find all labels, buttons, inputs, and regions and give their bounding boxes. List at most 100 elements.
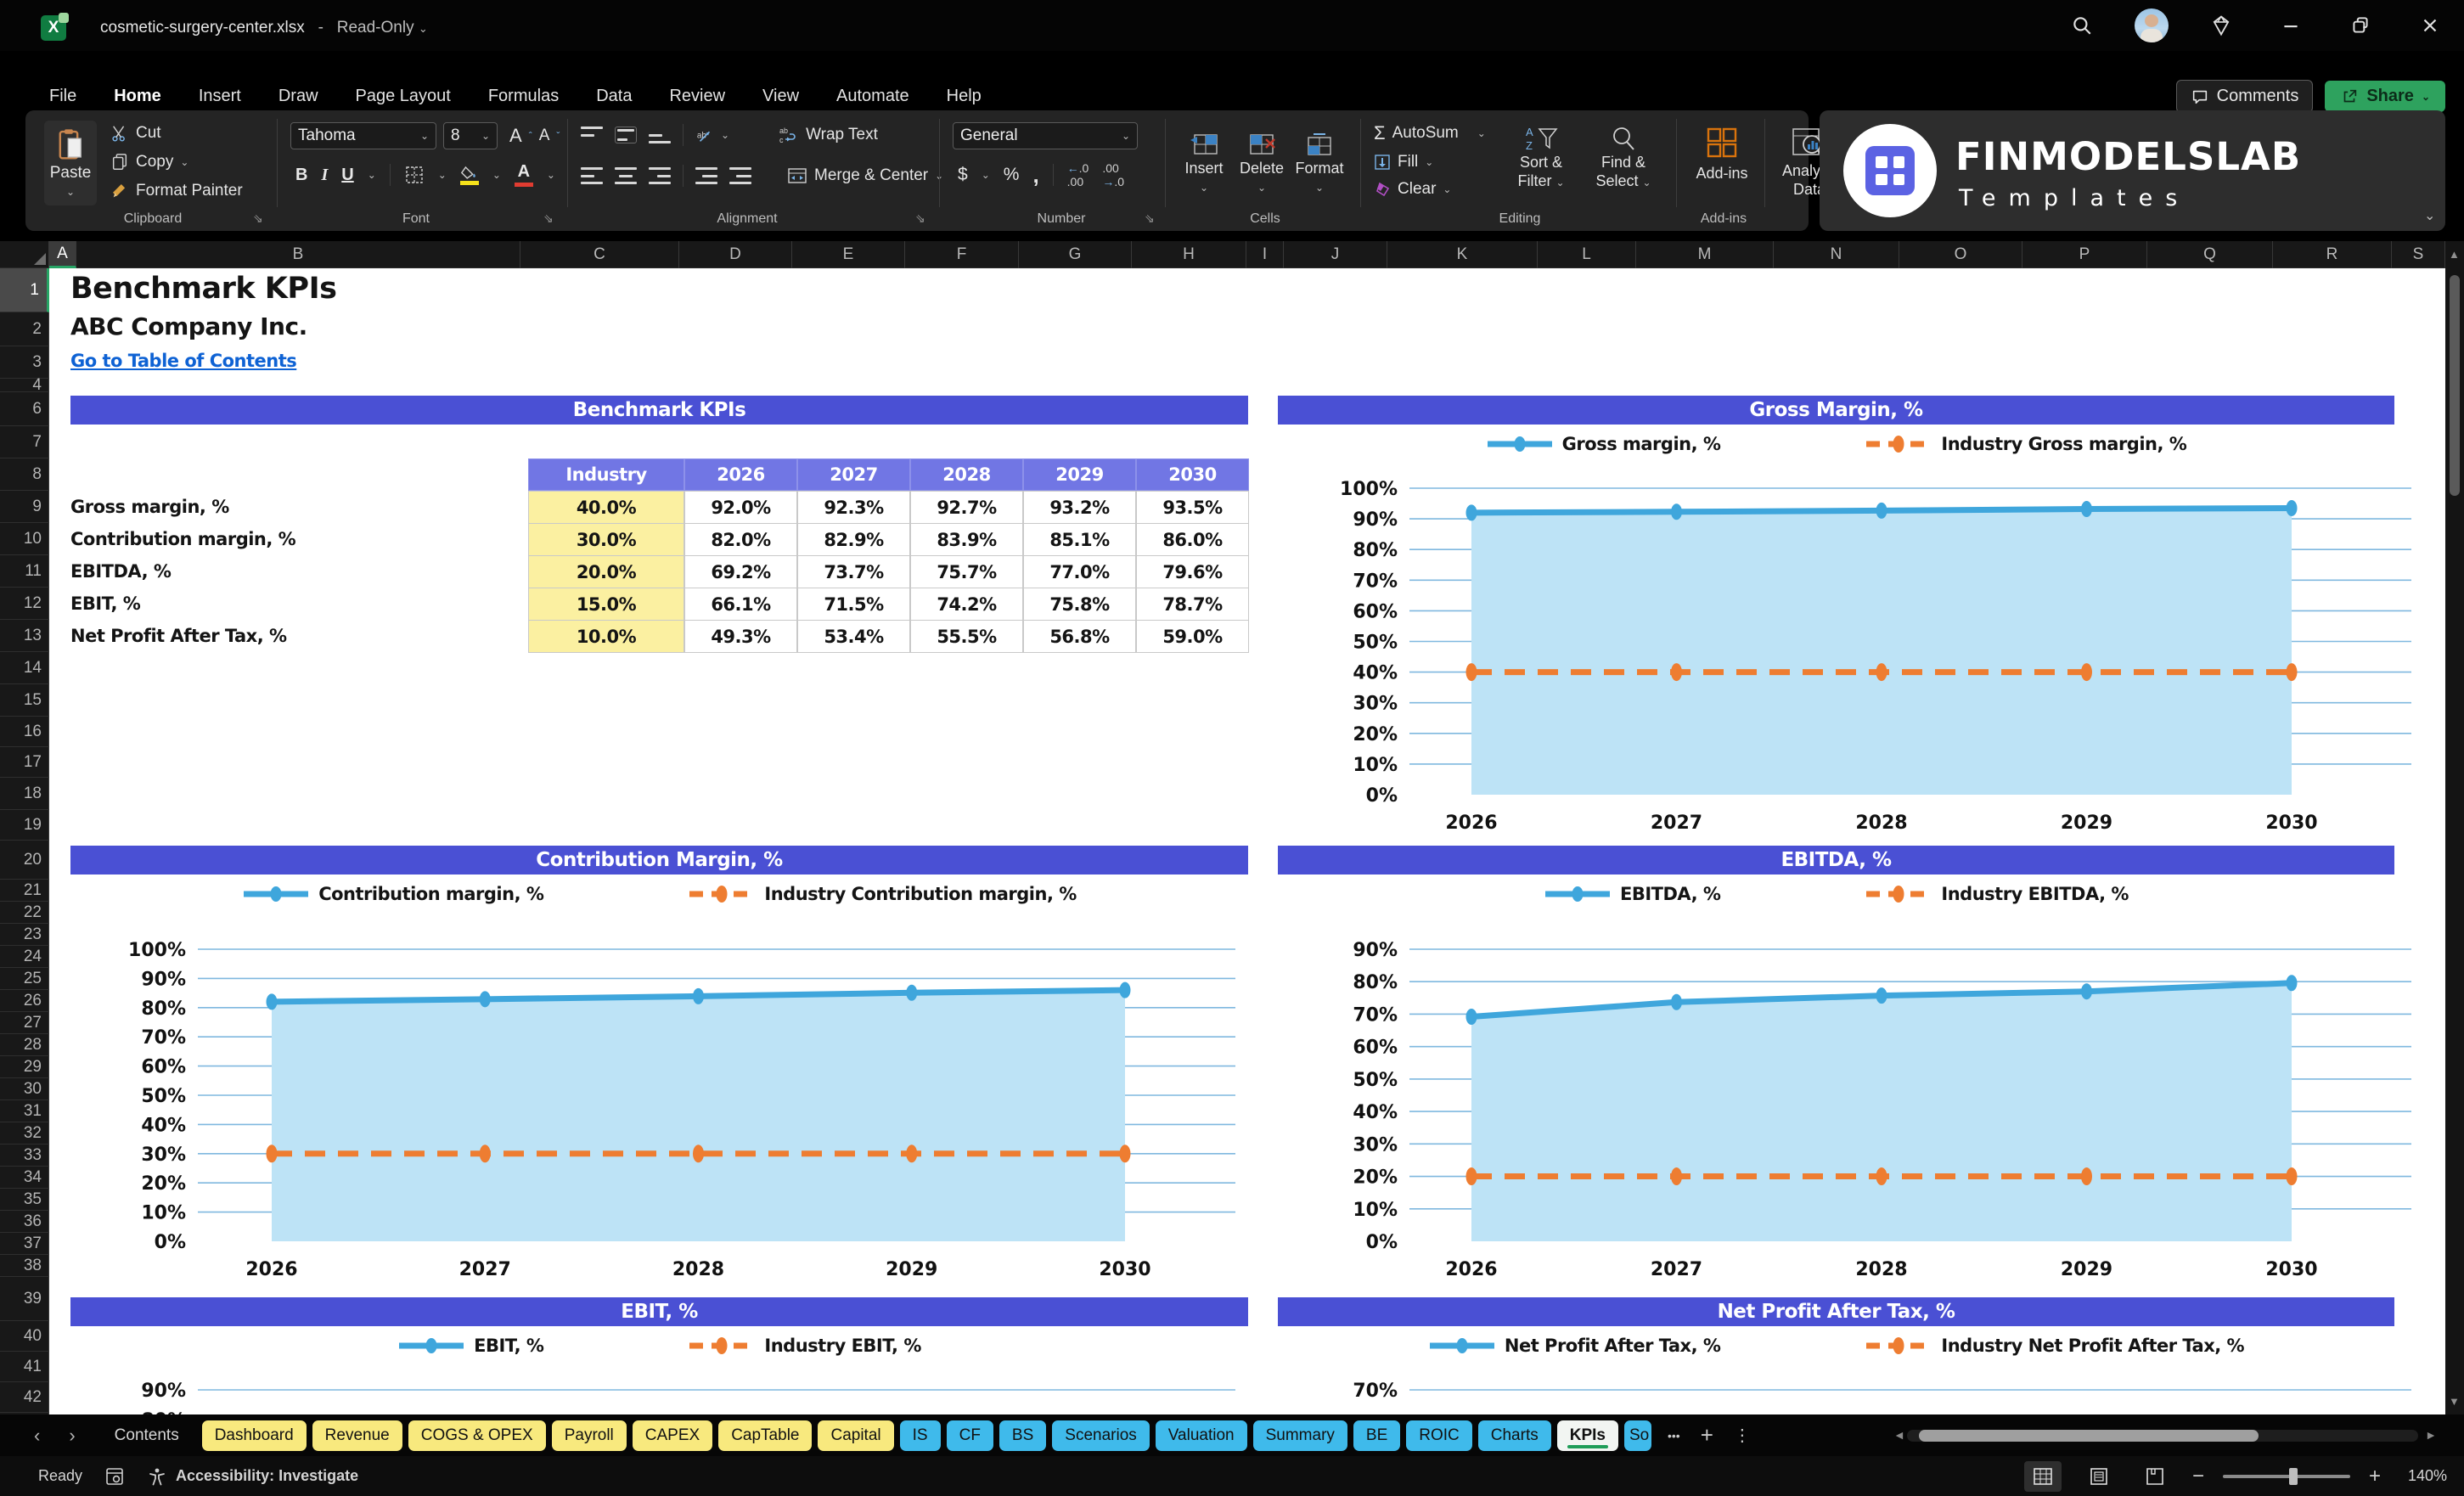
row-header-18[interactable]: 18: [0, 778, 49, 810]
copy-button[interactable]: Copy ⌄: [110, 153, 243, 172]
prev-sheet-arrow[interactable]: ‹: [34, 1425, 40, 1447]
table-cell[interactable]: 53.4%: [797, 620, 910, 653]
increase-indent-button[interactable]: [729, 167, 751, 184]
sheet-tab-payroll[interactable]: Payroll: [551, 1420, 627, 1451]
table-cell[interactable]: 79.6%: [1136, 555, 1249, 588]
table-cell-industry[interactable]: 20.0%: [528, 555, 684, 588]
column-header-H[interactable]: H: [1132, 241, 1246, 268]
table-cell[interactable]: 82.0%: [684, 523, 797, 556]
table-cell[interactable]: 92.0%: [684, 491, 797, 524]
new-sheet-button[interactable]: +: [1701, 1422, 1713, 1448]
align-top-button[interactable]: [581, 127, 603, 143]
row-header-1[interactable]: 1: [0, 268, 49, 312]
more-sheets-button[interactable]: •••: [1668, 1429, 1680, 1443]
column-header-G[interactable]: G: [1019, 241, 1132, 268]
row-header-6[interactable]: 6: [0, 392, 49, 426]
row-header-25[interactable]: 25: [0, 968, 49, 990]
column-header-J[interactable]: J: [1284, 241, 1387, 268]
ribbon-tab-page-layout[interactable]: Page Layout: [340, 82, 466, 111]
row-header-32[interactable]: 32: [0, 1122, 49, 1144]
row-header-13[interactable]: 13: [0, 620, 49, 652]
zoom-out-button[interactable]: −: [2192, 1465, 2204, 1488]
sheet-tab-charts[interactable]: Charts: [1477, 1420, 1551, 1451]
row-header-26[interactable]: 26: [0, 990, 49, 1012]
underline-button[interactable]: U: [341, 166, 353, 183]
sheet-tab-contents[interactable]: Contents: [98, 1420, 196, 1451]
ribbon-tab-view[interactable]: View: [747, 82, 814, 111]
format-painter-button[interactable]: Format Painter: [110, 182, 243, 200]
wrap-text-button[interactable]: ab c Wrap Text: [779, 125, 878, 145]
table-cell[interactable]: 56.8%: [1023, 620, 1136, 653]
font-dialog-launcher[interactable]: ⇘: [543, 211, 554, 226]
row-header-41[interactable]: 41: [0, 1352, 49, 1382]
column-header-M[interactable]: M: [1636, 241, 1774, 268]
table-col-header-2028[interactable]: 2028: [910, 458, 1023, 491]
ribbon-tab-formulas[interactable]: Formulas: [473, 82, 574, 111]
currency-format-button[interactable]: $: [958, 165, 968, 185]
clipboard-dialog-launcher[interactable]: ⇘: [253, 211, 263, 226]
close-button[interactable]: [2413, 8, 2447, 42]
sort-filter-button[interactable]: AZ Sort & Filter ⌄: [1505, 124, 1578, 192]
row-header-21[interactable]: 21: [0, 880, 49, 902]
align-bottom-button[interactable]: [649, 127, 671, 143]
column-header-I[interactable]: I: [1246, 241, 1284, 268]
sheet-options-button[interactable]: ⋮: [1734, 1425, 1751, 1446]
row-header-34[interactable]: 34: [0, 1167, 49, 1189]
table-cell[interactable]: 78.7%: [1136, 588, 1249, 621]
column-header-Q[interactable]: Q: [2147, 241, 2273, 268]
insert-cells-button[interactable]: Insert ⌄: [1177, 121, 1231, 205]
paste-button[interactable]: Paste ⌄: [44, 121, 97, 205]
table-cell-industry[interactable]: 15.0%: [528, 588, 684, 621]
share-button[interactable]: Share ⌄: [2325, 81, 2445, 112]
align-left-button[interactable]: [581, 167, 603, 184]
currency-dropdown[interactable]: ⌄: [982, 169, 990, 181]
column-header-P[interactable]: P: [2022, 241, 2147, 268]
table-col-header-2026[interactable]: 2026: [684, 458, 797, 491]
ribbon-tab-automate[interactable]: Automate: [821, 82, 925, 111]
restore-window-button[interactable]: [2343, 8, 2377, 42]
page-layout-view-button[interactable]: [2080, 1461, 2118, 1492]
table-cell-industry[interactable]: 30.0%: [528, 523, 684, 556]
row-header-38[interactable]: 38: [0, 1255, 49, 1277]
table-of-contents-link[interactable]: Go to Table of Contents: [70, 351, 297, 371]
number-dialog-launcher[interactable]: ⇘: [1145, 211, 1155, 226]
table-cell[interactable]: 82.9%: [797, 523, 910, 556]
macro-record-icon[interactable]: [104, 1466, 125, 1487]
row-header-9[interactable]: 9: [0, 491, 49, 523]
column-header-E[interactable]: E: [792, 241, 905, 268]
table-cell[interactable]: 49.3%: [684, 620, 797, 653]
table-cell[interactable]: 77.0%: [1023, 555, 1136, 588]
collapse-ribbon-chevron[interactable]: ⌄: [2424, 207, 2435, 224]
row-header-15[interactable]: 15: [0, 684, 49, 717]
ribbon-tab-insert[interactable]: Insert: [183, 82, 256, 111]
row-header-27[interactable]: 27: [0, 1012, 49, 1034]
row-header-22[interactable]: 22: [0, 902, 49, 924]
row-header-11[interactable]: 11: [0, 555, 49, 588]
sheet-tab-cogs-opex[interactable]: COGS & OPEX: [408, 1420, 546, 1451]
table-cell[interactable]: 92.3%: [797, 491, 910, 524]
row-header-30[interactable]: 30: [0, 1078, 49, 1100]
sheet-tab-capital[interactable]: Capital: [818, 1420, 894, 1451]
normal-view-button[interactable]: [2023, 1460, 2062, 1492]
column-header-B[interactable]: B: [76, 241, 520, 268]
sheet-tab-scenarios[interactable]: Scenarios: [1052, 1420, 1150, 1451]
fill-color-button[interactable]: [459, 166, 479, 185]
table-cell-industry[interactable]: 40.0%: [528, 491, 684, 524]
sheet-tab-so[interactable]: So: [1623, 1420, 1651, 1451]
premium-gem-icon[interactable]: [2204, 8, 2238, 42]
row-header-39[interactable]: 39: [0, 1277, 49, 1321]
font-name-select[interactable]: Tahoma ⌄: [290, 122, 436, 149]
ribbon-tab-file[interactable]: File: [34, 82, 92, 111]
ribbon-tab-data[interactable]: Data: [581, 82, 647, 111]
table-col-header-2030[interactable]: 2030: [1136, 458, 1249, 491]
table-col-header-industry[interactable]: Industry: [528, 458, 684, 491]
table-cell-industry[interactable]: 10.0%: [528, 620, 684, 653]
row-header-14[interactable]: 14: [0, 652, 49, 684]
column-header-L[interactable]: L: [1538, 241, 1636, 268]
sheet-tab-valuation[interactable]: Valuation: [1155, 1420, 1247, 1451]
borders-icon[interactable]: [404, 165, 425, 185]
row-header-12[interactable]: 12: [0, 588, 49, 620]
user-avatar[interactable]: [2135, 8, 2169, 42]
number-format-select[interactable]: General ⌄: [953, 122, 1138, 149]
table-cell[interactable]: 66.1%: [684, 588, 797, 621]
